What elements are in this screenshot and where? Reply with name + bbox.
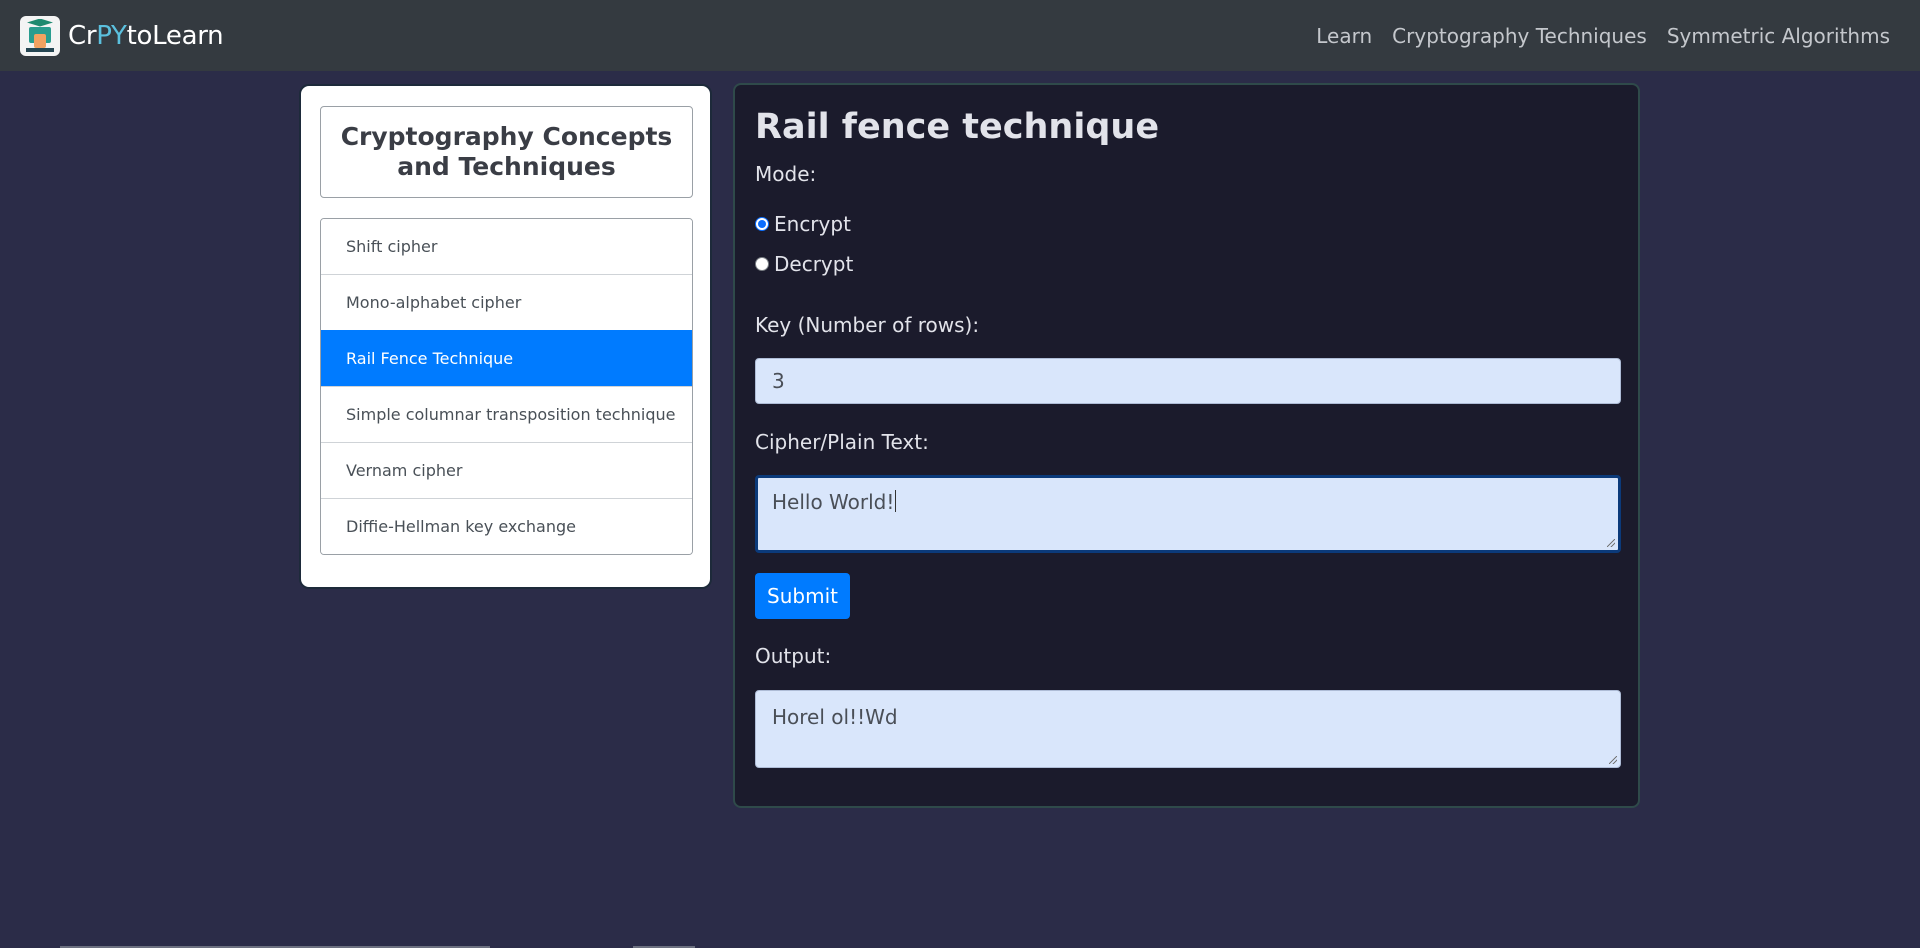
output-value: Horel ol!!Wd [772,705,898,729]
key-input-value: 3 [772,369,785,393]
sidebar-item-mono-alphabet-cipher[interactable]: Mono-alphabet cipher [321,274,692,330]
decrypt-radio[interactable] [755,257,769,271]
navbar: CrPYtoLearn Learn Cryptography Technique… [0,0,1920,71]
crypto-learning-logo-icon [20,15,60,56]
text-input[interactable]: Hello World! [755,475,1621,553]
output-label: Output: [755,644,832,668]
mode-option-decrypt[interactable]: Decrypt [755,252,853,276]
resize-handle-icon[interactable] [1607,539,1615,547]
key-label: Key (Number of rows): [755,313,980,337]
sidebar-item-columnar-transposition[interactable]: Simple columnar transposition technique [321,386,692,442]
mode-label: Mode: [755,162,817,186]
nav-link-learn[interactable]: Learn [1316,24,1372,48]
technique-list: Shift cipher Mono-alphabet cipher Rail F… [320,218,693,555]
text-input-value: Hello World! [772,490,895,514]
rail-fence-form-panel: Rail fence technique Mode: Encrypt Decry… [733,83,1640,808]
nav-links: Learn Cryptography Techniques Symmetric … [1316,24,1890,48]
encrypt-radio[interactable] [755,217,769,231]
mode-option-encrypt[interactable]: Encrypt [755,212,851,236]
output-textarea[interactable]: Horel ol!!Wd [755,690,1621,768]
brand-link[interactable]: CrPYtoLearn [20,15,224,56]
decrypt-radio-label: Decrypt [774,252,854,276]
page-title: Rail fence technique [755,107,1160,147]
sidebar-item-vernam-cipher[interactable]: Vernam cipher [321,442,692,498]
resize-handle-icon[interactable] [1609,756,1617,764]
sidebar-title: Cryptography Concepts and Techniques [320,106,693,198]
key-input[interactable]: 3 [755,358,1621,404]
sidebar-card: Cryptography Concepts and Techniques Shi… [299,84,712,589]
submit-button[interactable]: Submit [755,573,850,619]
nav-link-cryptography-techniques[interactable]: Cryptography Techniques [1392,24,1647,48]
sidebar-item-rail-fence-technique[interactable]: Rail Fence Technique [321,330,692,386]
text-cursor [895,490,897,512]
nav-link-symmetric-algorithms[interactable]: Symmetric Algorithms [1667,24,1890,48]
brand-name: CrPYtoLearn [68,20,224,51]
text-label: Cipher/Plain Text: [755,430,929,454]
sidebar-item-diffie-hellman[interactable]: Diffie-Hellman key exchange [321,498,692,554]
encrypt-radio-label: Encrypt [774,212,851,236]
sidebar-item-shift-cipher[interactable]: Shift cipher [321,219,692,274]
